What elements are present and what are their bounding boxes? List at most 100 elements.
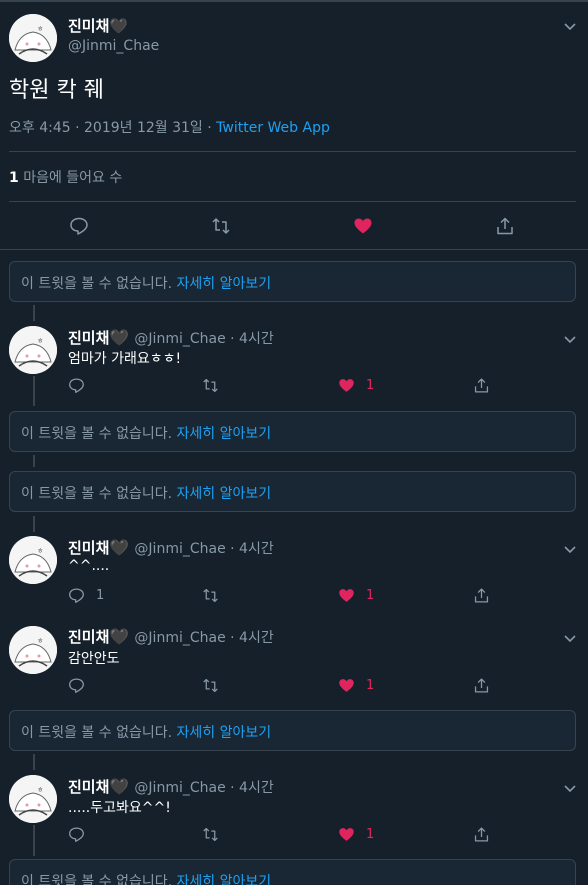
share-icon[interactable] (473, 587, 490, 604)
like-icon[interactable] (338, 377, 355, 394)
unavailable-tweet: 이 트윗을 볼 수 없습니다. 자세히 알아보기 (9, 411, 576, 452)
like-count: 1 (366, 378, 375, 393)
svg-text:ㅎ: ㅎ (37, 337, 43, 345)
timestamp-text: 오후 4:45 · 2019년 12월 31일 · (9, 120, 217, 136)
likes-label: 마음에 들어요 수 (18, 170, 123, 186)
share-icon[interactable] (473, 677, 490, 694)
source-link[interactable]: Twitter Web App (216, 120, 330, 136)
avatar[interactable]: ㅎ (9, 536, 57, 584)
avatar[interactable]: ㅎ (9, 626, 57, 674)
reply-count: 1 (96, 588, 105, 603)
divider (9, 201, 576, 202)
tweet-text: .....두고봐요^^! (68, 800, 171, 816)
reply-icon[interactable] (68, 677, 85, 694)
learn-more-link[interactable]: 자세히 알아보기 (177, 725, 272, 741)
share-icon[interactable] (473, 377, 490, 394)
tweet-timestamp: 오후 4:45 · 2019년 12월 31일 · Twitter Web Ap… (9, 117, 330, 137)
reply-header: 진미채🖤 @Jinmi_Chae · 4시간 (68, 626, 274, 647)
author-name[interactable]: 진미채 (68, 778, 109, 796)
reply-header: 진미채🖤 @Jinmi_Chae · 4시간 (68, 327, 274, 348)
unavailable-text: 이 트윗을 볼 수 없습니다. (21, 874, 177, 885)
black-heart-emoji: 🖤 (109, 538, 130, 557)
tweet-text: ^^.... (68, 558, 110, 574)
avatar[interactable]: ㅎ (9, 775, 57, 823)
svg-text:ㅎ: ㅎ (37, 786, 43, 794)
thread-line (33, 305, 35, 321)
thread-line (33, 516, 35, 532)
unavailable-tweet: 이 트윗을 볼 수 없습니다. 자세히 알아보기 (9, 859, 576, 885)
avatar-image: ㅎ (9, 775, 57, 823)
chevron-down-icon[interactable] (563, 18, 577, 32)
learn-more-link[interactable]: 자세히 알아보기 (177, 426, 272, 442)
author-handle-time[interactable]: @Jinmi_Chae · 4시간 (134, 541, 273, 557)
author-handle-time[interactable]: @Jinmi_Chae · 4시간 (134, 780, 273, 796)
unavailable-text: 이 트윗을 볼 수 없습니다. (21, 426, 177, 442)
avatar[interactable]: ㅎ (9, 326, 57, 374)
chevron-down-icon[interactable] (563, 541, 577, 555)
thread-line (33, 754, 35, 770)
learn-more-link[interactable]: 자세히 알아보기 (177, 486, 272, 502)
author-name[interactable]: 진미채 (68, 628, 109, 646)
author-name-text: 진미채 (68, 17, 110, 35)
like-count: 1 (366, 588, 375, 603)
unavailable-text: 이 트윗을 볼 수 없습니다. (21, 276, 177, 292)
learn-more-link[interactable]: 자세히 알아보기 (177, 276, 272, 292)
like-icon[interactable] (353, 216, 373, 236)
retweet-icon[interactable] (202, 377, 219, 394)
avatar-image: ㅎ (9, 326, 57, 374)
black-heart-emoji: 🖤 (109, 627, 130, 646)
divider (0, 249, 588, 250)
thread-line (33, 455, 35, 467)
unavailable-text: 이 트윗을 볼 수 없습니다. (21, 725, 177, 741)
unavailable-tweet: 이 트윗을 볼 수 없습니다. 자세히 알아보기 (9, 710, 576, 751)
reply-header: 진미채🖤 @Jinmi_Chae · 4시간 (68, 537, 274, 558)
learn-more-link[interactable]: 자세히 알아보기 (177, 874, 272, 885)
tweet-text: 엄마가 가래요ㅎㅎ! (68, 351, 182, 367)
retweet-icon[interactable] (211, 216, 231, 236)
reply-icon[interactable] (69, 216, 89, 236)
avatar-image: ㅎ (9, 626, 57, 674)
svg-text:ㅎ: ㅎ (37, 547, 43, 555)
retweet-icon[interactable] (202, 587, 219, 604)
avatar-image: ㅎ (9, 536, 57, 584)
author-handle[interactable]: @Jinmi_Chae (68, 38, 159, 54)
reply-icon[interactable] (68, 826, 85, 843)
top-border (0, 0, 588, 2)
unavailable-text: 이 트윗을 볼 수 없습니다. (21, 486, 177, 502)
author-name[interactable]: 진미채 (68, 539, 109, 557)
likes-stat[interactable]: 1 마음에 들어요 수 (9, 167, 122, 187)
black-heart-emoji: 🖤 (109, 17, 129, 35)
author-name[interactable]: 진미채 (68, 329, 109, 347)
tweet-text: 감안안도 (68, 651, 120, 667)
like-count: 1 (366, 827, 375, 842)
svg-text:ㅎ: ㅎ (37, 637, 43, 645)
black-heart-emoji: 🖤 (109, 777, 130, 796)
tweet-text: 학원 칵 줴 (9, 78, 104, 103)
retweet-icon[interactable] (202, 826, 219, 843)
share-icon[interactable] (495, 216, 515, 236)
like-count: 1 (366, 678, 375, 693)
like-icon[interactable] (338, 677, 355, 694)
like-icon[interactable] (338, 826, 355, 843)
like-icon[interactable] (338, 587, 355, 604)
likes-count: 1 (9, 170, 19, 186)
author-name[interactable]: 진미채🖤 (68, 15, 128, 36)
avatar-image: ㅎ (9, 14, 57, 62)
share-icon[interactable] (473, 826, 490, 843)
reply-icon[interactable] (68, 587, 85, 604)
svg-text:ㅎ: ㅎ (37, 25, 43, 33)
chevron-down-icon[interactable] (563, 630, 577, 644)
chevron-down-icon[interactable] (563, 780, 577, 794)
divider (9, 151, 576, 152)
chevron-down-icon[interactable] (563, 331, 577, 345)
reply-icon[interactable] (68, 377, 85, 394)
unavailable-tweet: 이 트윗을 볼 수 없습니다. 자세히 알아보기 (9, 261, 576, 302)
black-heart-emoji: 🖤 (109, 328, 130, 347)
author-handle-time[interactable]: @Jinmi_Chae · 4시간 (134, 331, 273, 347)
avatar[interactable]: ㅎ (9, 14, 57, 62)
author-handle-time[interactable]: @Jinmi_Chae · 4시간 (134, 630, 273, 646)
thread-line (33, 825, 35, 856)
retweet-icon[interactable] (202, 677, 219, 694)
reply-header: 진미채🖤 @Jinmi_Chae · 4시간 (68, 776, 274, 797)
unavailable-tweet: 이 트윗을 볼 수 없습니다. 자세히 알아보기 (9, 471, 576, 512)
